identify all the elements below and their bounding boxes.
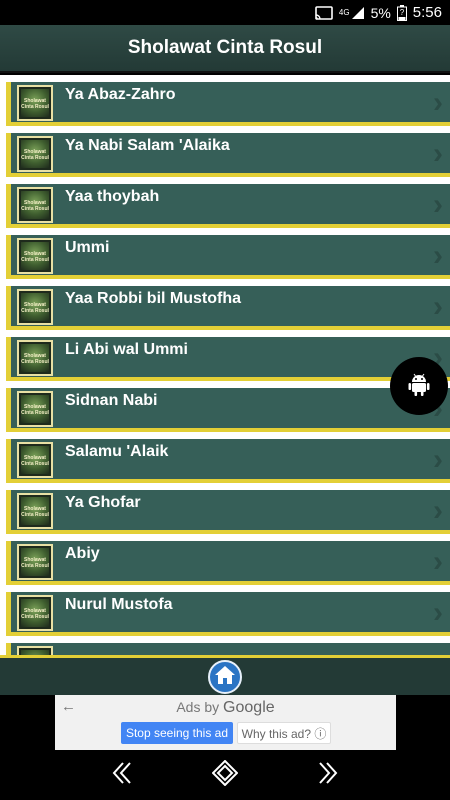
list-item[interactable]: Sholawat Cinta Rosul Ya Ghofar ›	[6, 490, 450, 534]
list-item[interactable]: Sholawat Cinta Rosul Li Abi wal Ummi ›	[6, 337, 450, 381]
ad-title: Ads by Google	[55, 699, 396, 717]
song-thumbnail: Sholawat Cinta Rosul	[17, 238, 53, 274]
song-thumbnail: Sholawat Cinta Rosul	[17, 595, 53, 631]
app-screen: 4G 5% ? 5:56 Sholawat Cinta Rosul Sholaw…	[0, 0, 450, 800]
list-item-label: Abiy	[65, 545, 100, 562]
song-thumbnail: Sholawat Cinta Rosul	[17, 340, 53, 376]
list-item-label: Yaa thoybah	[65, 188, 160, 205]
system-nav-bar	[0, 750, 450, 800]
diamond-icon	[211, 759, 239, 791]
nav-back-button[interactable]	[107, 760, 137, 790]
svg-text:?: ?	[400, 8, 405, 17]
thumbnail-text: Sholawat Cinta Rosul	[21, 548, 49, 576]
thumbnail-text: Sholawat Cinta Rosul	[21, 344, 49, 372]
song-thumbnail: Sholawat Cinta Rosul	[17, 136, 53, 172]
signal-icon: 4G	[339, 6, 365, 20]
thumbnail-text: Sholawat Cinta Rosul	[21, 242, 49, 270]
song-thumbnail: Sholawat Cinta Rosul	[17, 85, 53, 121]
nav-recents-button[interactable]	[313, 760, 343, 790]
list-item[interactable]: Sholawat Cinta Rosul Ya Nabi Salam 'Alaik…	[6, 133, 450, 177]
song-thumbnail: Sholawat Cinta Rosul	[17, 289, 53, 325]
chevron-right-icon: ›	[433, 86, 443, 119]
chevron-right-icon: ›	[433, 596, 443, 629]
nav-home-button[interactable]	[210, 759, 240, 791]
song-list[interactable]: Sholawat Cinta Rosul Ya Abaz-Zahro › Sholaw…	[0, 75, 450, 655]
app-bar: Sholawat Cinta Rosul	[0, 25, 450, 73]
battery-icon: ?	[396, 4, 407, 21]
list-item[interactable]: Sholawat Cinta Rosul›	[6, 643, 450, 655]
chevron-right-icon: ›	[433, 188, 443, 221]
thumbnail-text: Sholawat Cinta Rosul	[21, 89, 49, 117]
status-bar: 4G 5% ? 5:56	[0, 0, 450, 25]
list-item-label: Ummi	[65, 239, 110, 256]
home-icon	[214, 665, 236, 690]
thumbnail-text: Sholawat Cinta Rosul	[21, 140, 49, 168]
home-button[interactable]	[208, 660, 242, 694]
list-item[interactable]: Sholawat Cinta Rosul Yaa Robbi bil Mustof…	[6, 286, 450, 330]
bottom-home-bar	[0, 655, 450, 695]
list-item-label: Ya Abaz-Zahro	[65, 86, 176, 103]
chevron-right-icon: ›	[433, 443, 443, 476]
stop-seeing-ad-button[interactable]: Stop seeing this ad	[121, 722, 233, 744]
list-item-label: Yaa Robbi bil Mustofha	[65, 290, 242, 307]
list-item-label: Ya Ghofar	[65, 494, 141, 511]
list-item-label: Li Abi wal Ummi	[65, 341, 188, 358]
ad-banner[interactable]: ← Ads by Google Stop seeing this ad Why …	[55, 695, 396, 750]
list-item-label: Nurul Mustofa	[65, 596, 173, 613]
cast-icon	[315, 5, 333, 20]
list-item[interactable]: Sholawat Cinta Rosul Ya Abaz-Zahro ›	[6, 82, 450, 126]
thumbnail-text: Sholawat Cinta Rosul	[21, 395, 49, 423]
thumbnail-text: Sholawat Cinta Rosul	[21, 293, 49, 321]
list-item[interactable]: Sholawat Cinta Rosul Sidnan Nabi ›	[6, 388, 450, 432]
chevron-right-icon: ›	[433, 137, 443, 170]
song-thumbnail: Sholawat Cinta Rosul	[17, 442, 53, 478]
list-item[interactable]: Sholawat Cinta Rosul Ummi ›	[6, 235, 450, 279]
song-thumbnail: Sholawat Cinta Rosul	[17, 391, 53, 427]
why-this-ad-button[interactable]: Why this ad? ⓘ	[237, 722, 331, 744]
chevron-right-icon: ›	[433, 239, 443, 272]
ad-title-prefix: Ads by	[176, 699, 220, 715]
thumbnail-text: Sholawat Cinta Rosul	[21, 446, 49, 474]
song-thumbnail: Sholawat Cinta Rosul	[17, 493, 53, 529]
list-item[interactable]: Sholawat Cinta Rosul Salamu 'Alaik ›	[6, 439, 450, 483]
list-item-label: Salamu 'Alaik	[65, 443, 169, 460]
ad-title-brand: Google	[223, 699, 275, 716]
list-item-label: Ya Nabi Salam 'Alaika	[65, 137, 230, 154]
thumbnail-text: Sholawat Cinta Rosul	[21, 497, 49, 525]
chevron-right-icon: ›	[433, 545, 443, 578]
android-icon	[408, 372, 430, 401]
android-fab-button[interactable]	[390, 357, 448, 415]
song-thumbnail: Sholawat Cinta Rosul	[17, 646, 53, 655]
chevron-right-icon: ›	[433, 494, 443, 527]
ad-area: ← Ads by Google Stop seeing this ad Why …	[0, 695, 450, 750]
clock: 5:56	[412, 4, 442, 21]
battery-percent: 5%	[370, 4, 391, 21]
double-chevron-right-icon	[317, 761, 339, 790]
app-title: Sholawat Cinta Rosul	[127, 37, 323, 58]
song-thumbnail: Sholawat Cinta Rosul	[17, 544, 53, 580]
list-item[interactable]: Sholawat Cinta Rosul Yaa thoybah ›	[6, 184, 450, 228]
chevron-right-icon: ›	[433, 290, 443, 323]
thumbnail-text: Sholawat Cinta Rosul	[21, 191, 49, 219]
double-chevron-left-icon	[111, 761, 133, 790]
thumbnail-text: Sholawat Cinta Rosul	[21, 599, 49, 627]
list-item[interactable]: Sholawat Cinta Rosul Nurul Mustofa ›	[6, 592, 450, 636]
song-thumbnail: Sholawat Cinta Rosul	[17, 187, 53, 223]
network-type: 4G	[338, 8, 350, 17]
list-item[interactable]: Sholawat Cinta Rosul Abiy ›	[6, 541, 450, 585]
